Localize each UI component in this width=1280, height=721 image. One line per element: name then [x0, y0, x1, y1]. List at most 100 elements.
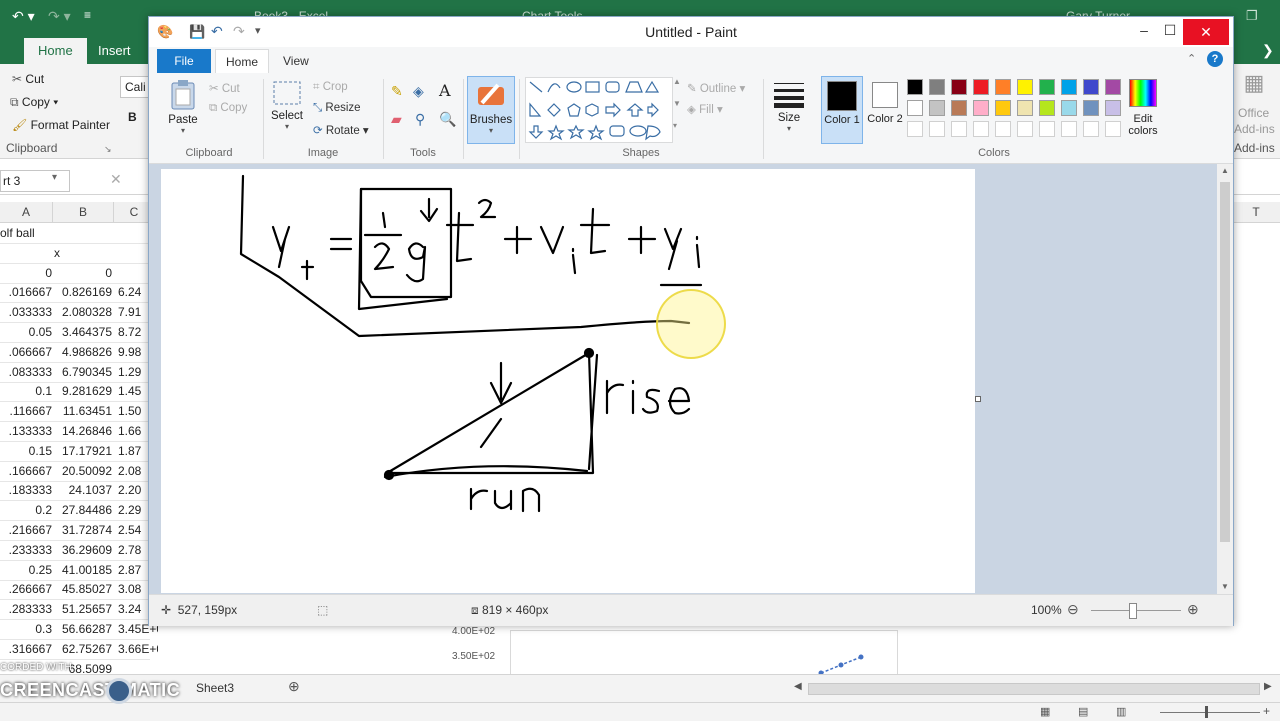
copy-button[interactable]: ⧉ Copy [209, 102, 247, 115]
table-cell[interactable]: 0.826169 [54, 282, 112, 302]
palette-color-swatch[interactable] [1039, 79, 1055, 95]
palette-color-swatch[interactable] [1083, 79, 1099, 95]
hscroll-left-icon[interactable]: ◀ [794, 681, 802, 692]
magnifier-icon[interactable]: 🔍 [439, 111, 456, 128]
table-cell[interactable]: 3.464375 [54, 322, 112, 342]
palette-color-swatch[interactable] [907, 79, 923, 95]
table-cell[interactable]: .033333 [0, 302, 52, 322]
palette-color-swatch[interactable] [1105, 100, 1121, 116]
palette-custom-swatch[interactable] [1017, 121, 1033, 137]
table-cell[interactable]: 14.26846 [54, 421, 112, 441]
add-sheet-icon[interactable]: ⊕ [288, 678, 300, 695]
collapse-ribbon-icon[interactable]: ⌃ [1187, 52, 1196, 65]
palette-color-swatch[interactable] [973, 79, 989, 95]
table-cell[interactable]: .283333 [0, 599, 52, 619]
table-cell[interactable]: 31.72874 [54, 520, 112, 540]
shapes-more-icon[interactable]: ▾ [673, 121, 677, 130]
help-icon[interactable]: ? [1207, 51, 1223, 67]
excel-tab-home[interactable]: Home [24, 38, 87, 64]
hscroll-right-icon[interactable]: ▶ [1264, 681, 1272, 692]
palette-color-swatch[interactable] [973, 100, 989, 116]
column-header-t[interactable]: T [1232, 202, 1280, 223]
select-dropdown-icon[interactable]: ▾ [269, 122, 305, 131]
addins-label[interactable]: Add-ins [1234, 122, 1275, 136]
table-cell[interactable]: 17.17921 [54, 441, 112, 461]
sheet-tab-sheet3[interactable]: Sheet3 [196, 681, 234, 695]
table-cell[interactable]: 0 [54, 263, 112, 283]
zoom-slider-thumb[interactable] [1129, 603, 1137, 619]
palette-color-swatch[interactable] [1039, 100, 1055, 116]
excel-zoom-slider[interactable] [1160, 712, 1260, 713]
horizontal-scrollbar[interactable] [808, 683, 1260, 695]
color-picker-icon[interactable]: ⚲ [415, 111, 425, 128]
table-cell[interactable]: 0.1 [0, 381, 52, 401]
table-cell[interactable]: 11.63451 [54, 401, 112, 421]
table-cell[interactable] [54, 223, 112, 243]
pencil-icon[interactable]: ✎ [391, 83, 403, 100]
fill-button[interactable]: ◈ Fill ▾ [687, 102, 723, 116]
table-cell[interactable]: 9.281629 [54, 381, 112, 401]
table-cell[interactable]: 0.2 [0, 500, 52, 520]
paste-button[interactable]: Paste ▾ [161, 79, 205, 137]
redo-icon[interactable]: ↷ ▾ [48, 8, 71, 25]
undo-icon[interactable]: ↶ ▾ [12, 8, 35, 25]
table-cell[interactable]: 0 [0, 263, 52, 283]
brushes-dropdown-icon[interactable]: ▾ [468, 126, 514, 135]
scroll-up-icon[interactable]: ▲ [1221, 166, 1229, 175]
embedded-chart[interactable] [510, 630, 898, 676]
page-layout-icon[interactable]: ▤ [1078, 705, 1088, 718]
palette-color-swatch[interactable] [951, 79, 967, 95]
normal-view-icon[interactable]: ▦ [1040, 705, 1050, 718]
palette-color-swatch[interactable] [929, 79, 945, 95]
shapes-gallery[interactable] [525, 77, 673, 143]
table-cell[interactable]: .183333 [0, 480, 52, 500]
table-cell[interactable]: 27.84486 [54, 500, 112, 520]
shapes-scroll-down-icon[interactable]: ▼ [673, 99, 681, 108]
bold-button[interactable]: B [128, 110, 137, 124]
table-cell[interactable]: 20.50092 [54, 461, 112, 481]
excel-tab-insert[interactable]: Insert [84, 38, 145, 64]
table-cell[interactable]: 0.15 [0, 441, 52, 461]
table-cell[interactable]: 36.29609 [54, 540, 112, 560]
restore-icon[interactable]: ❐ [1246, 8, 1258, 24]
palette-color-swatch[interactable] [995, 79, 1011, 95]
table-cell[interactable]: 0.3 [0, 619, 52, 639]
brushes-button[interactable]: Brushes ▾ [467, 76, 515, 144]
column-header-b[interactable]: B [53, 202, 114, 223]
palette-custom-swatch[interactable] [907, 121, 923, 137]
paste-dropdown-icon[interactable]: ▾ [161, 126, 205, 135]
palette-custom-swatch[interactable] [1083, 121, 1099, 137]
excel-copy-button[interactable]: ⧉ Copy ▾ [10, 95, 58, 110]
table-cell[interactable]: .233333 [0, 540, 52, 560]
palette-custom-swatch[interactable] [995, 121, 1011, 137]
table-cell[interactable]: 3.66E+02 [118, 639, 158, 659]
palette-color-swatch[interactable] [1061, 100, 1077, 116]
close-icon[interactable]: ✕ [1183, 19, 1229, 45]
color2-button[interactable]: Color 2 [865, 76, 905, 142]
crop-button[interactable]: ⌗ Crop [313, 81, 348, 94]
table-cell[interactable]: 56.66287 [54, 619, 112, 639]
table-cell[interactable]: 0.05 [0, 322, 52, 342]
size-button[interactable]: Size ▾ [769, 79, 809, 141]
table-cell[interactable]: 24.1037 [54, 480, 112, 500]
namebox-dropdown-icon[interactable]: ▾ [52, 172, 57, 183]
eraser-icon[interactable]: ▰ [391, 111, 402, 128]
table-cell[interactable]: .266667 [0, 579, 52, 599]
scroll-down-icon[interactable]: ▼ [1221, 582, 1229, 591]
fill-bucket-icon[interactable]: ◈ [413, 83, 424, 100]
name-box[interactable]: rt 3 [0, 170, 70, 192]
table-cell[interactable] [0, 243, 52, 263]
text-tool-icon[interactable]: A [439, 81, 451, 100]
canvas-resize-handle[interactable] [975, 396, 981, 402]
excel-cut-button[interactable]: ✂ Cut [12, 72, 44, 86]
table-cell[interactable]: 51.25657 [54, 599, 112, 619]
table-cell[interactable]: olf ball [0, 223, 60, 243]
zoom-in-icon[interactable]: + [1263, 704, 1270, 718]
palette-custom-swatch[interactable] [1105, 121, 1121, 137]
rotate-button[interactable]: ⟳ Rotate ▾ [313, 123, 369, 137]
outline-button[interactable]: ✎ Outline ▾ [687, 81, 745, 95]
palette-custom-swatch[interactable] [1039, 121, 1055, 137]
select-button[interactable]: Select ▾ [269, 79, 305, 141]
vertical-scroll-thumb[interactable] [1220, 182, 1230, 542]
color1-button[interactable]: Color 1 [821, 76, 863, 144]
